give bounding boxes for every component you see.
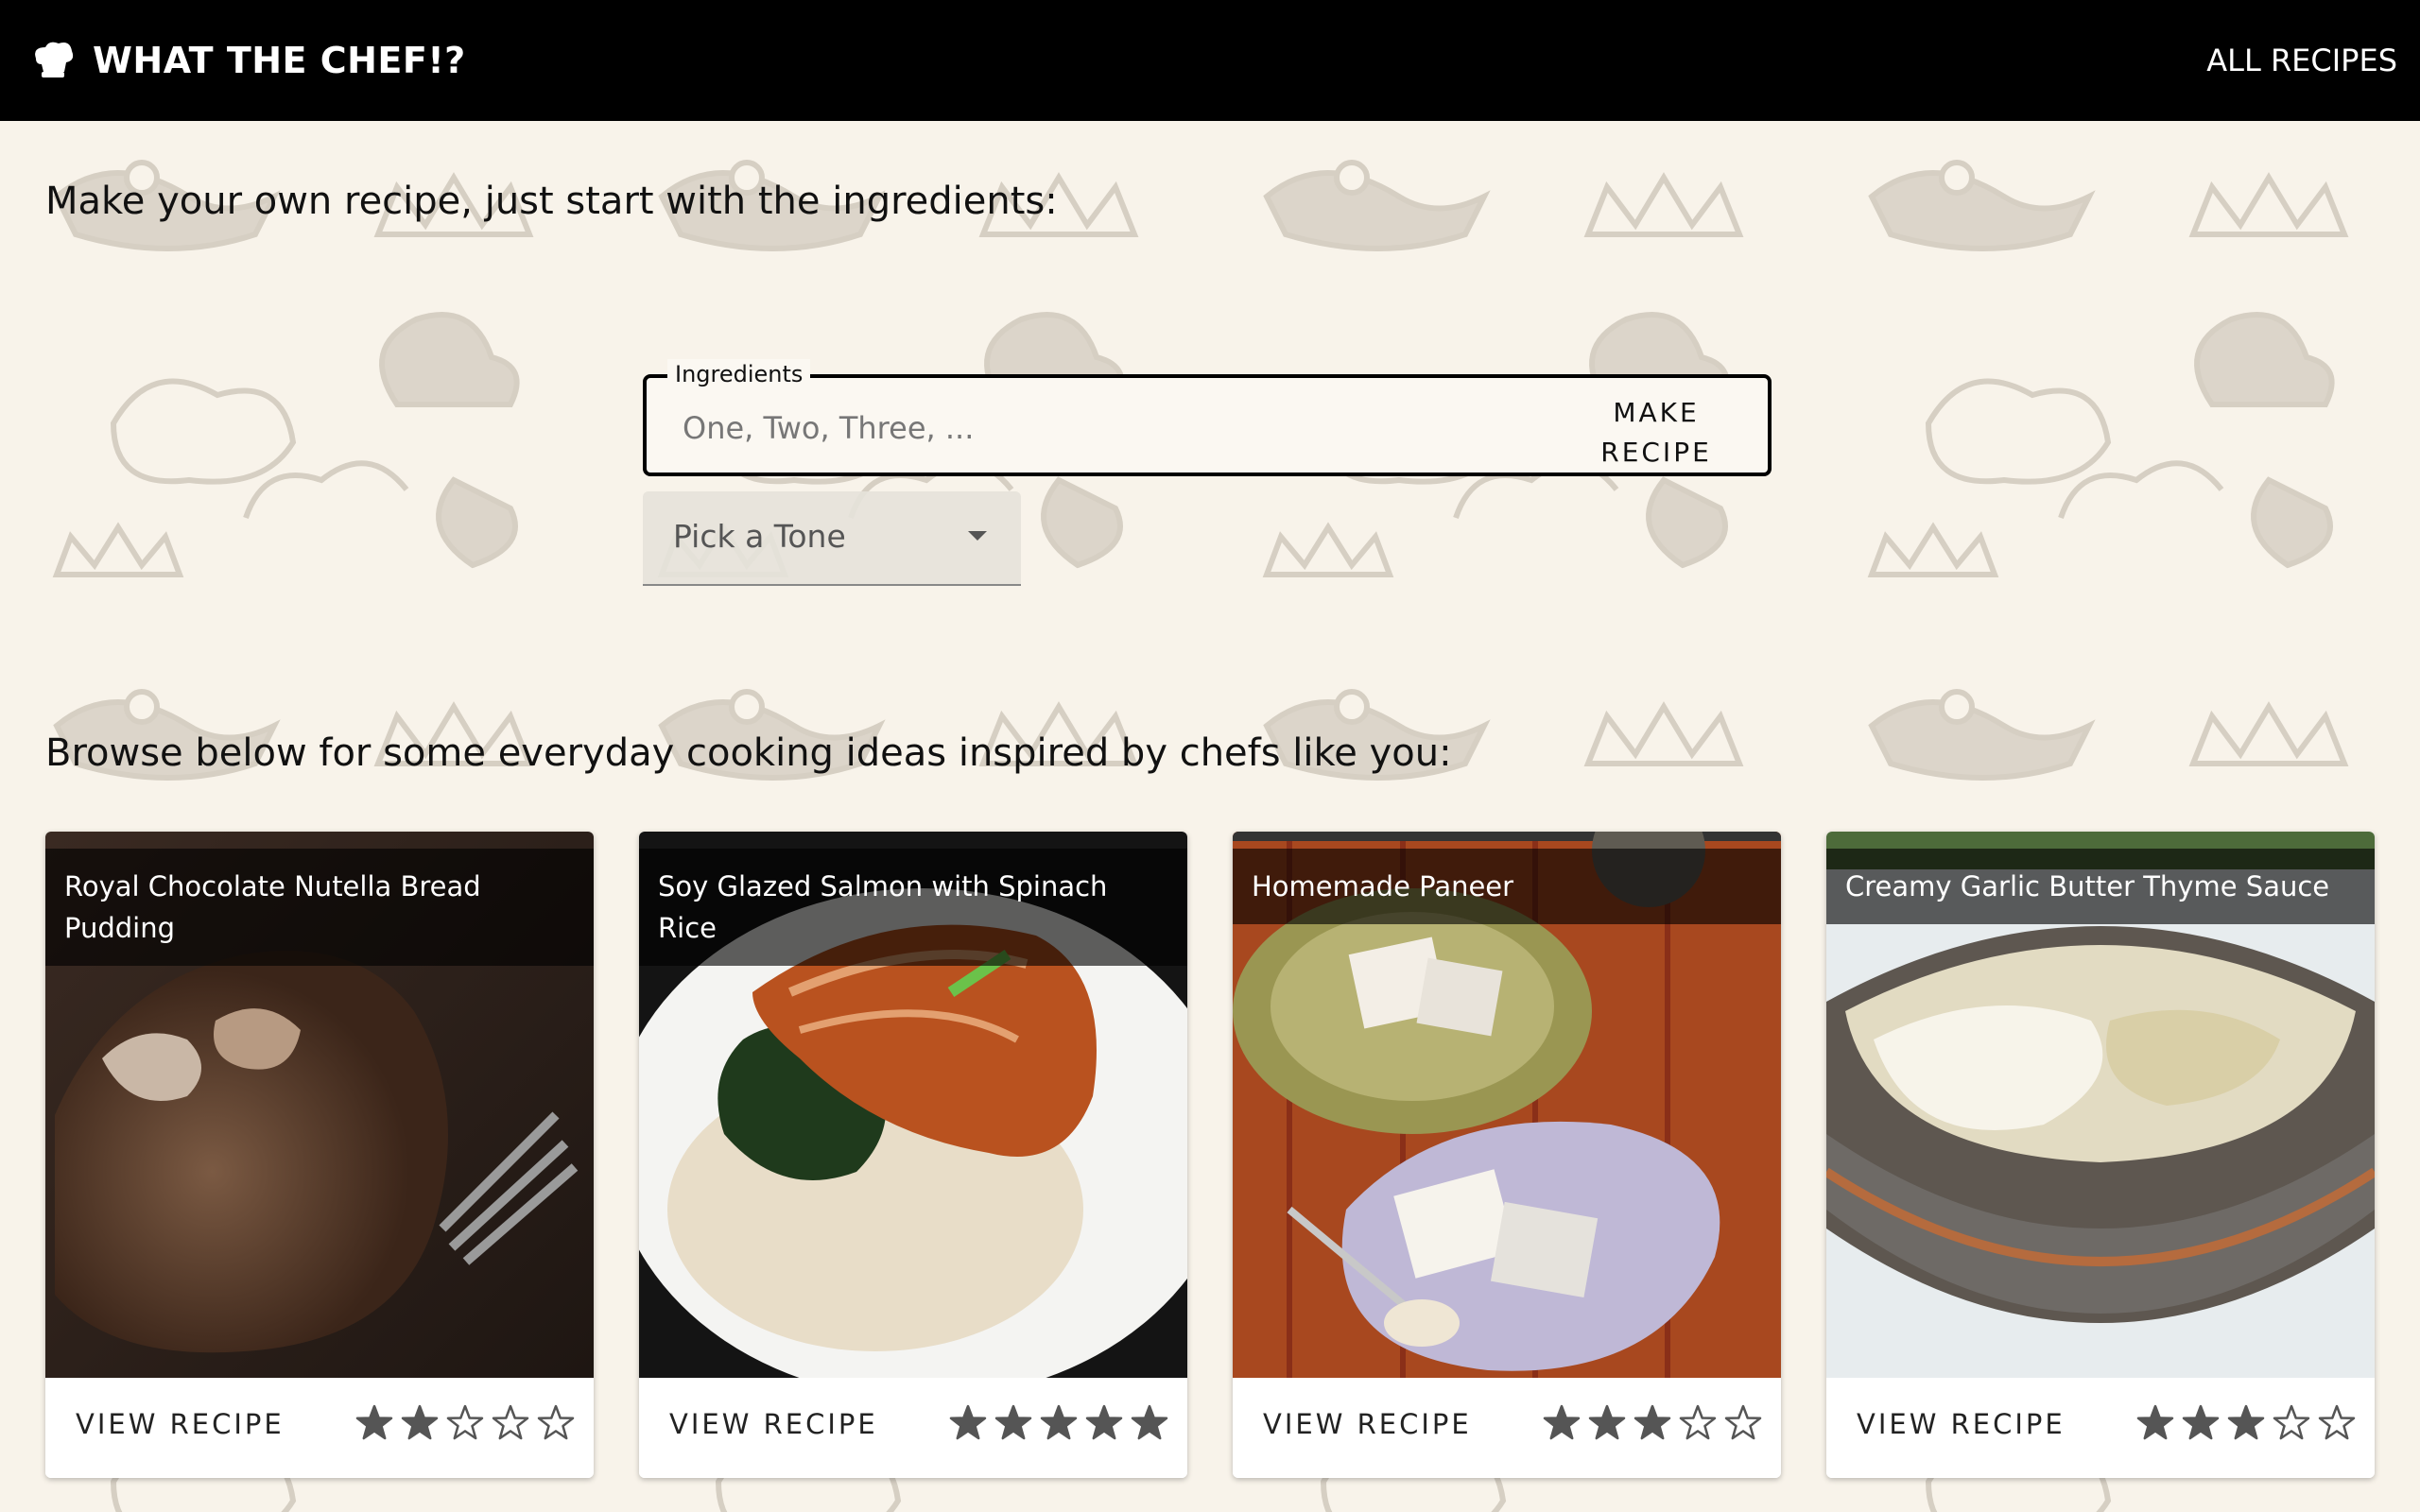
card-actions: VIEW RECIPE: [1233, 1378, 1781, 1478]
recipe-cards: Royal Chocolate Nutella Bread Pudding VI…: [45, 832, 2375, 1478]
card-actions: VIEW RECIPE: [1826, 1378, 2375, 1478]
star-filled-icon[interactable]: [1131, 1404, 1168, 1442]
star-empty-icon[interactable]: [446, 1404, 484, 1442]
star-empty-icon[interactable]: [1679, 1404, 1717, 1442]
recipe-title: Royal Chocolate Nutella Bread Pudding: [45, 849, 594, 966]
star-filled-icon[interactable]: [1085, 1404, 1123, 1442]
recipe-title: Homemade Paneer: [1233, 849, 1781, 924]
app-title: WHAT THE CHEF!?: [93, 40, 466, 81]
recipe-card: Royal Chocolate Nutella Bread Pudding VI…: [45, 832, 594, 1478]
card-actions: VIEW RECIPE: [45, 1378, 594, 1478]
star-filled-icon[interactable]: [1040, 1404, 1078, 1442]
star-rating: [949, 1404, 1168, 1442]
star-filled-icon[interactable]: [2136, 1404, 2174, 1442]
star-filled-icon[interactable]: [1543, 1404, 1581, 1442]
ingredients-field: Ingredients MAKE RECIPE: [643, 359, 1772, 476]
brand[interactable]: WHAT THE CHEF!?: [30, 34, 466, 87]
star-empty-icon[interactable]: [1724, 1404, 1762, 1442]
recipe-card: Creamy Garlic Butter Thyme Sauce VIEW RE…: [1826, 832, 2375, 1478]
view-recipe-button[interactable]: VIEW RECIPE: [1857, 1408, 2066, 1440]
star-filled-icon[interactable]: [355, 1404, 393, 1442]
recipe-title: Soy Glazed Salmon with Spinach Rice: [639, 849, 1187, 966]
star-empty-icon[interactable]: [2318, 1404, 2356, 1442]
chef-hat-icon: [35, 42, 74, 77]
star-filled-icon[interactable]: [949, 1404, 987, 1442]
view-recipe-button[interactable]: VIEW RECIPE: [669, 1408, 878, 1440]
star-filled-icon[interactable]: [2227, 1404, 2265, 1442]
all-recipes-link[interactable]: ALL RECIPES: [2206, 36, 2397, 85]
star-rating: [2136, 1404, 2356, 1442]
ingredients-input[interactable]: [681, 401, 1441, 455]
tone-select[interactable]: Pick a Tone: [643, 491, 1021, 586]
star-empty-icon[interactable]: [2273, 1404, 2310, 1442]
make-recipe-button[interactable]: MAKE RECIPE: [1599, 393, 1713, 472]
recipe-title: Creamy Garlic Butter Thyme Sauce: [1826, 849, 2375, 924]
star-filled-icon[interactable]: [2182, 1404, 2220, 1442]
star-empty-icon[interactable]: [537, 1404, 575, 1442]
star-filled-icon[interactable]: [1634, 1404, 1671, 1442]
card-actions: VIEW RECIPE: [639, 1378, 1187, 1478]
intro-text: Make your own recipe, just start with th…: [45, 180, 1058, 223]
star-rating: [355, 1404, 575, 1442]
star-empty-icon[interactable]: [492, 1404, 529, 1442]
star-rating: [1543, 1404, 1762, 1442]
recipe-card: Soy Glazed Salmon with Spinach Rice VIEW…: [639, 832, 1187, 1478]
app-bar: WHAT THE CHEF!? ALL RECIPES: [0, 0, 2420, 121]
star-filled-icon[interactable]: [1588, 1404, 1626, 1442]
star-filled-icon[interactable]: [401, 1404, 439, 1442]
browse-text: Browse below for some everyday cooking i…: [45, 731, 1452, 775]
dropdown-arrow-icon: [968, 531, 987, 541]
view-recipe-button[interactable]: VIEW RECIPE: [1263, 1408, 1472, 1440]
tone-select-placeholder: Pick a Tone: [673, 518, 846, 555]
view-recipe-button[interactable]: VIEW RECIPE: [76, 1408, 285, 1440]
ingredients-label: Ingredients: [667, 359, 811, 389]
recipe-card: Homemade Paneer VIEW RECIPE: [1233, 832, 1781, 1478]
star-filled-icon[interactable]: [994, 1404, 1032, 1442]
